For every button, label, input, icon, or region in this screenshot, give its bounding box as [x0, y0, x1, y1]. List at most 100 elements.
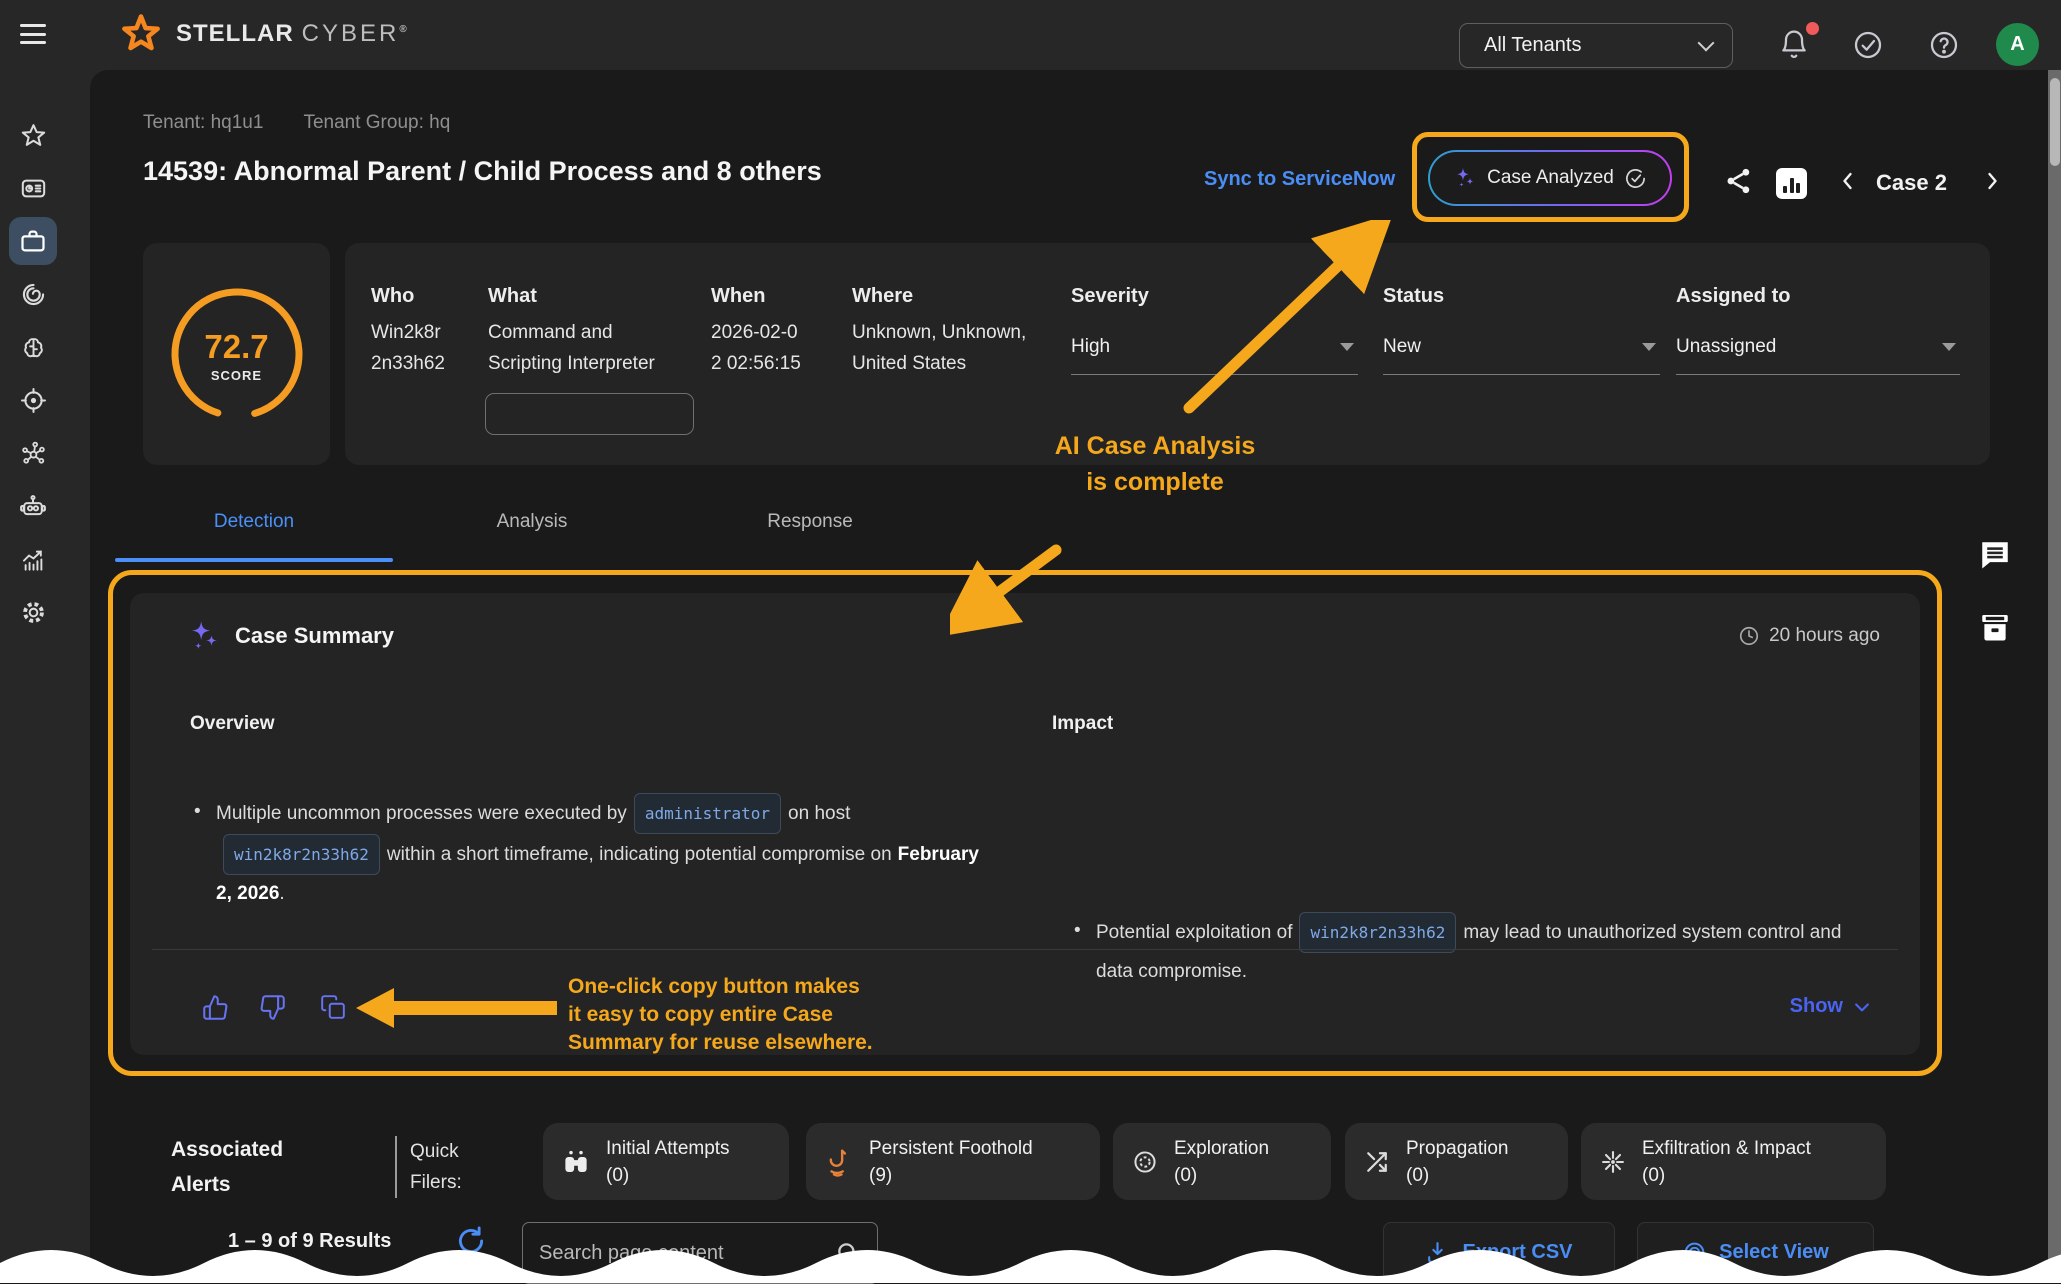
tenant-info: Tenant: hq1u1 Tenant Group: hq — [143, 112, 450, 134]
severity-select[interactable]: High — [1071, 336, 1358, 375]
briefcase-icon — [19, 227, 47, 255]
refresh-icon[interactable] — [456, 1226, 486, 1256]
dashboard-icon — [20, 175, 47, 202]
entity-chip[interactable]: administrator — [634, 793, 781, 834]
thumbs-down-icon[interactable] — [259, 994, 286, 1021]
filter-count: (9) — [869, 1162, 1033, 1189]
clock-icon — [1738, 625, 1760, 647]
gear-icon — [20, 599, 47, 626]
what-field: What Command and Scripting Interpreter — [488, 285, 666, 379]
impact-text: Potential exploitation of — [1096, 922, 1292, 943]
comments-icon[interactable] — [1978, 538, 2012, 572]
impact-heading: Impact — [1052, 713, 1113, 735]
thumbs-up-icon[interactable] — [202, 994, 229, 1021]
stellar-star-icon — [120, 13, 162, 55]
sidebar-item-correlations[interactable] — [9, 429, 57, 477]
search-input[interactable] — [539, 1242, 825, 1265]
filter-exploration[interactable]: Exploration (0) — [1113, 1123, 1331, 1200]
filter-persistent-foothold[interactable]: Persistent Foothold (9) — [806, 1123, 1100, 1200]
caret-down-icon — [1642, 343, 1656, 351]
filter-label: Propagation — [1406, 1135, 1508, 1162]
chevron-down-icon — [1698, 34, 1715, 51]
filter-propagation[interactable]: Propagation (0) — [1345, 1123, 1568, 1200]
sidebar-item-cases[interactable] — [9, 217, 57, 265]
search-box — [522, 1222, 878, 1284]
sparkle-icon — [1453, 166, 1477, 190]
filter-count: (0) — [1406, 1162, 1508, 1189]
sidebar-item-reports[interactable] — [9, 535, 57, 583]
filter-label: Exfiltration & Impact — [1642, 1135, 1811, 1162]
filter-count: (0) — [1642, 1162, 1811, 1189]
overview-text: within a short timeframe, indicating pot… — [387, 844, 892, 865]
case-summary-card: Case Summary 20 hours ago Overview Impac… — [130, 593, 1920, 1055]
active-tab-underline — [115, 558, 393, 562]
sidebar-item-automation[interactable] — [9, 482, 57, 530]
select-view-label: Select View — [1719, 1241, 1829, 1264]
sidebar-item-settings[interactable] — [9, 588, 57, 636]
overview-bullet: Multiple uncommon processes were execute… — [192, 793, 992, 912]
show-toggle[interactable]: Show — [1790, 995, 1872, 1018]
score-ring: 72.7 SCORE — [167, 284, 307, 424]
export-csv-button[interactable]: Export CSV — [1383, 1222, 1615, 1282]
what-label: What — [488, 285, 666, 308]
quick-filers-label: Quick Filers: — [395, 1136, 485, 1198]
tab-response[interactable]: Response — [671, 500, 949, 544]
assigned-to-field: Assigned to Unassigned — [1676, 285, 1960, 375]
target-icon — [1131, 1148, 1159, 1176]
hamburger-menu-icon[interactable] — [20, 24, 46, 46]
sidebar-item-dashboards[interactable] — [9, 164, 57, 212]
when-field: When 2026-02-02 02:56:15 — [711, 285, 803, 379]
status-select[interactable]: New — [1383, 336, 1660, 375]
where-value: Unknown, Unknown, United States — [852, 317, 1030, 379]
search-icon[interactable] — [835, 1240, 861, 1266]
filter-initial-attempts[interactable]: Initial Attempts (0) — [543, 1123, 789, 1200]
export-csv-label: Export CSV — [1462, 1241, 1572, 1264]
insights-chart-icon[interactable] — [1776, 168, 1807, 199]
entity-chip[interactable]: win2k8r2n33h62 — [223, 834, 380, 875]
score-caption: SCORE — [167, 368, 307, 383]
trend-chart-icon — [20, 546, 47, 573]
copy-icon[interactable] — [320, 994, 347, 1021]
hook-icon — [824, 1147, 854, 1177]
status-field: Status New — [1383, 285, 1660, 375]
when-value: 2026-02-02 02:56:15 — [711, 317, 803, 379]
overview-text: . — [279, 883, 284, 904]
vertical-scrollbar[interactable] — [2048, 70, 2061, 1283]
tenant-selector[interactable]: All Tenants — [1459, 23, 1733, 68]
help-icon[interactable] — [1928, 29, 1960, 61]
case-analyzed-button[interactable]: Case Analyzed — [1428, 150, 1672, 206]
sync-to-servicenow-link[interactable]: Sync to ServiceNow — [1204, 168, 1395, 191]
binoculars-icon — [561, 1147, 591, 1177]
top-bar: STELLARCYBER® All Tenants A — [0, 0, 2061, 70]
cross-arrows-icon — [1363, 1148, 1391, 1176]
sidebar-item-threat-hunting[interactable] — [9, 376, 57, 424]
what-tag-box[interactable] — [485, 393, 694, 435]
tab-detection[interactable]: Detection — [115, 500, 393, 544]
previous-case-chevron-icon[interactable] — [1836, 169, 1860, 193]
filter-count: (0) — [606, 1162, 730, 1189]
sidebar-item-detections[interactable] — [9, 270, 57, 318]
robot-icon — [19, 492, 47, 520]
entity-chip[interactable]: win2k8r2n33h62 — [1299, 912, 1456, 953]
scrollbar-thumb[interactable] — [2050, 78, 2060, 166]
filter-count: (0) — [1174, 1162, 1269, 1189]
overview-text: Multiple uncommon processes were execute… — [216, 803, 627, 824]
select-view-button[interactable]: Select View — [1637, 1222, 1874, 1282]
filter-exfiltration-impact[interactable]: Exfiltration & Impact (0) — [1581, 1123, 1886, 1200]
sidebar-item-favorites[interactable] — [9, 111, 57, 159]
tab-analysis[interactable]: Analysis — [393, 500, 671, 544]
next-case-chevron-icon[interactable] — [1980, 169, 2004, 193]
notifications-bell-icon[interactable] — [1778, 29, 1810, 61]
overview-heading: Overview — [190, 713, 275, 735]
brand-logo: STELLARCYBER® — [120, 13, 408, 55]
sidebar-item-ai-ml[interactable] — [9, 323, 57, 371]
tenant-label: Tenant: hq1u1 — [143, 112, 263, 134]
tasks-check-icon[interactable] — [1852, 29, 1884, 61]
user-avatar[interactable]: A — [1996, 23, 2039, 66]
assigned-to-select[interactable]: Unassigned — [1676, 336, 1960, 375]
results-count: 1 – 9 of 9 Results — [228, 1230, 391, 1253]
associated-alerts-heading: Associated Alerts — [171, 1132, 306, 1202]
archive-icon[interactable] — [1978, 610, 2012, 644]
share-icon[interactable] — [1724, 166, 1754, 196]
who-value: Win2k8r 2n33h62 — [371, 317, 469, 379]
